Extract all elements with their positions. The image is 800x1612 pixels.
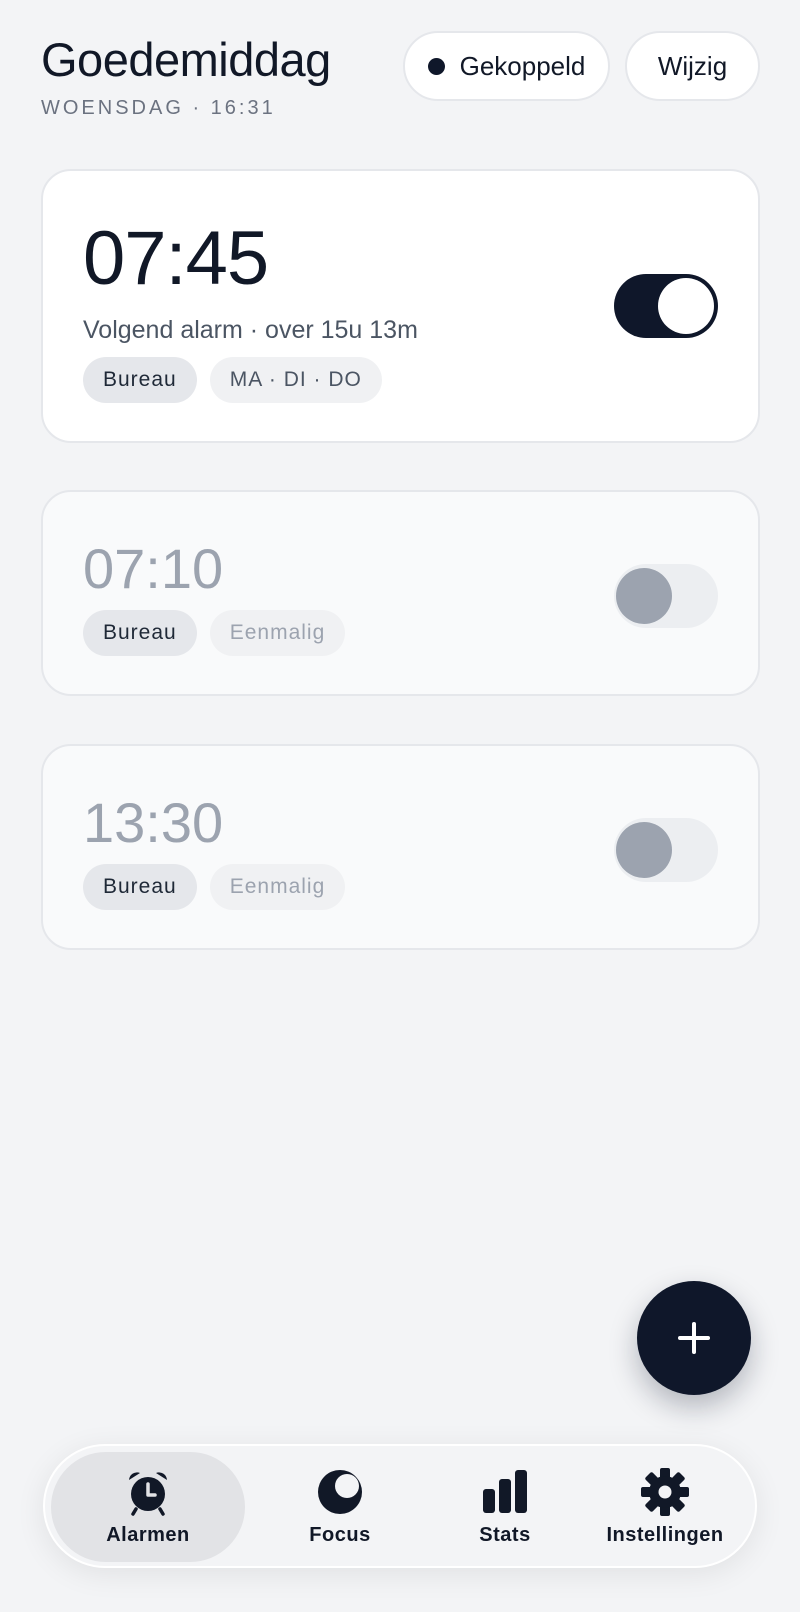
bottom-nav: Alarmen Focus Stats Instellingen	[43, 1444, 757, 1568]
alarm-app-screen: Goedemiddag WOENSDAG · 16:31 Gekoppeld W…	[0, 0, 800, 1612]
nav-item-label: Instellingen	[606, 1524, 724, 1546]
alarm-clock-icon	[129, 1472, 167, 1516]
alarm-tags: Bureau Eenmalig	[83, 610, 346, 656]
connection-status-button[interactable]: Gekoppeld	[403, 31, 610, 101]
alarm-toggle[interactable]	[614, 274, 718, 338]
page-title: Goedemiddag	[41, 33, 331, 86]
nav-item-label: Focus	[309, 1524, 371, 1546]
alarm-tags: Bureau MA · DI · DO	[83, 357, 382, 403]
alarm-card[interactable]: 07:10 Bureau Eenmalig	[41, 490, 760, 696]
moon-icon	[318, 1470, 362, 1514]
bar-chart-icon	[483, 1470, 527, 1513]
alarm-time: 13:30	[83, 791, 224, 854]
toggle-knob	[658, 278, 714, 334]
alarm-tags: Bureau Eenmalig	[83, 864, 346, 910]
alarm-time: 07:10	[83, 537, 224, 600]
tag-repeat: Eenmalig	[209, 610, 346, 656]
nav-item-label: Alarmen	[106, 1524, 190, 1546]
alarm-toggle[interactable]	[614, 818, 718, 882]
status-dot-icon	[427, 57, 445, 75]
toggle-knob	[616, 568, 672, 624]
connection-status-label: Gekoppeld	[459, 50, 586, 81]
toggle-knob	[616, 822, 672, 878]
tag-repeat: Eenmalig	[209, 864, 346, 910]
edit-button[interactable]: Wijzig	[625, 31, 760, 101]
nav-item-stats[interactable]: Stats	[430, 1452, 580, 1562]
alarm-card[interactable]: 13:30 Bureau Eenmalig	[41, 744, 760, 950]
tag-location: Bureau	[83, 357, 197, 403]
alarm-card[interactable]: 07:45 Volgend alarm · over 15u 13m Burea…	[41, 169, 760, 443]
nav-item-label: Stats	[479, 1524, 531, 1546]
tag-location: Bureau	[83, 610, 197, 656]
nav-item-alarmen[interactable]: Alarmen	[51, 1452, 245, 1562]
nav-item-focus[interactable]: Focus	[265, 1452, 415, 1562]
tag-location: Bureau	[83, 864, 197, 910]
tag-repeat-days: MA · DI · DO	[209, 357, 382, 403]
alarm-toggle[interactable]	[614, 564, 718, 628]
header: Goedemiddag WOENSDAG · 16:31 Gekoppeld W…	[0, 0, 800, 150]
nav-item-instellingen[interactable]: Instellingen	[575, 1452, 755, 1562]
next-alarm-text: Volgend alarm · over 15u 13m	[83, 316, 418, 344]
date-time-subtitle: WOENSDAG · 16:31	[41, 97, 276, 119]
add-alarm-button[interactable]	[637, 1281, 751, 1395]
edit-button-label: Wijzig	[657, 50, 728, 81]
alarm-time: 07:45	[83, 216, 269, 301]
plus-icon	[678, 1322, 710, 1354]
gear-icon	[641, 1468, 689, 1516]
